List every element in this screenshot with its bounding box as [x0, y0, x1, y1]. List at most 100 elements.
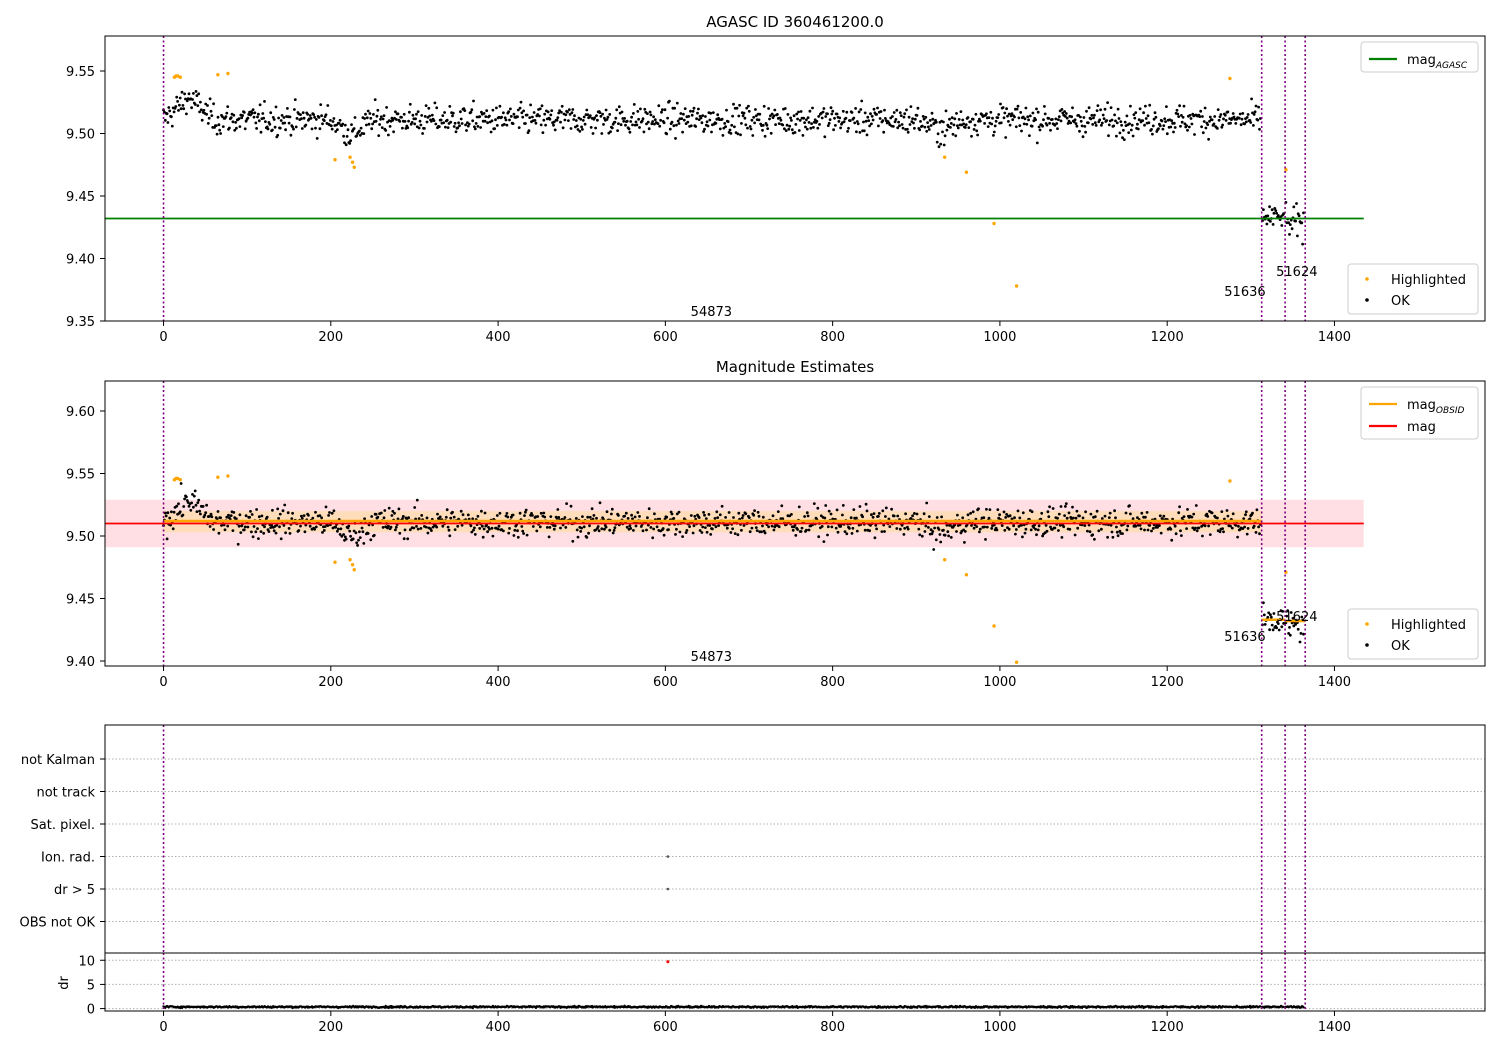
data-point-ok: [846, 130, 849, 133]
data-point-ok: [1181, 115, 1185, 119]
data-point-ok: [1121, 532, 1124, 535]
data-point-highlighted: [1284, 168, 1288, 172]
data-point-ok: [600, 527, 604, 531]
data-point-ok: [513, 528, 517, 532]
data-point-ok: [620, 110, 624, 114]
data-point-ok: [789, 116, 792, 120]
data-point-ok: [1109, 106, 1113, 109]
data-point-ok: [505, 123, 509, 127]
data-point-ok: [1035, 533, 1038, 537]
data-point-ok: [652, 527, 655, 531]
data-point-ok: [624, 511, 628, 515]
data-point-ok: [347, 524, 351, 528]
data-point-ok: [1212, 122, 1216, 126]
data-point-ok: [1222, 117, 1225, 121]
data-point-ok: [1100, 517, 1104, 520]
data-point-ok: [384, 129, 388, 132]
data-point-ok: [1187, 125, 1191, 129]
data-point-ok: [805, 127, 809, 131]
legend-marker: [1365, 277, 1369, 281]
data-point-ok: [176, 100, 180, 103]
data-point-ok: [691, 109, 695, 113]
data-point-ok: [479, 126, 482, 129]
data-point-ok: [1262, 613, 1266, 617]
data-point-ok: [331, 120, 335, 123]
data-point-ok: [1223, 113, 1227, 117]
data-point-ok: [997, 113, 1001, 116]
data-point-ok: [361, 530, 365, 534]
data-point-ok: [1046, 510, 1050, 514]
data-point-ok: [950, 116, 954, 120]
data-point-ok: [803, 515, 806, 518]
data-point-ok: [864, 119, 868, 123]
data-point-ok: [853, 121, 857, 125]
data-point-ok: [1024, 527, 1028, 531]
data-point-ok: [768, 117, 771, 121]
data-point-ok: [952, 123, 956, 127]
data-point-ok: [839, 126, 842, 130]
data-point-ok: [573, 114, 576, 118]
data-point-ok: [928, 119, 932, 122]
data-point-ok: [1144, 104, 1147, 108]
data-point-ok: [1150, 529, 1153, 533]
data-point-ok: [1230, 526, 1234, 530]
data-point-ok: [1251, 511, 1254, 515]
data-point-ok: [805, 118, 808, 122]
dr-outlier-point: [666, 960, 670, 964]
data-point-ok: [794, 123, 798, 126]
data-point-ok: [1080, 124, 1084, 128]
data-point-ok: [178, 96, 182, 100]
data-point-ok: [776, 510, 780, 513]
legend-marker: [1365, 298, 1369, 302]
data-point-ok: [872, 107, 876, 111]
data-point-ok: [862, 120, 865, 124]
data-point-ok: [1071, 516, 1075, 520]
data-point-ok: [483, 511, 487, 515]
data-point-ok: [252, 525, 256, 528]
data-point-ok: [359, 126, 363, 130]
data-point-ok: [939, 142, 943, 146]
data-point-ok: [575, 528, 579, 532]
data-point-ok: [292, 127, 295, 131]
data-point-ok: [473, 127, 477, 131]
data-point-ok: [1252, 124, 1255, 127]
data-point-ok: [904, 512, 907, 516]
data-point-ok: [1023, 117, 1027, 121]
data-point-ok: [1198, 115, 1202, 118]
data-point-ok: [1094, 124, 1098, 127]
data-point-ok: [314, 118, 318, 121]
data-point-ok: [374, 512, 378, 516]
data-point-ok: [1234, 122, 1238, 125]
data-point-ok: [946, 530, 950, 534]
data-point-ok: [730, 123, 734, 127]
data-point-ok: [725, 108, 728, 112]
data-point-ok: [985, 507, 988, 511]
x-tick-label: 1400: [1318, 1020, 1351, 1035]
data-point-ok: [746, 126, 749, 130]
data-point-ok: [709, 111, 713, 115]
data-point-ok: [379, 117, 382, 121]
data-point-ok: [556, 116, 560, 119]
data-point-ok: [428, 114, 431, 118]
data-point-ok: [774, 123, 777, 126]
data-point-ok: [528, 116, 532, 119]
data-point-ok: [394, 525, 398, 529]
data-point-ok: [235, 126, 238, 130]
data-point-ok: [598, 501, 602, 505]
data-point-ok: [271, 128, 274, 132]
data-point-ok: [341, 122, 345, 126]
data-point-ok: [402, 112, 406, 116]
data-point-ok: [420, 114, 424, 117]
data-point-ok: [606, 115, 610, 119]
data-point-ok: [167, 106, 171, 109]
data-point-ok: [815, 119, 819, 123]
data-point-ok: [1021, 535, 1024, 539]
data-point-ok: [1178, 505, 1181, 509]
data-point-ok: [991, 116, 994, 120]
data-point-ok: [964, 123, 968, 127]
data-point-ok: [564, 526, 568, 529]
data-point-ok: [741, 514, 745, 517]
data-point-ok: [183, 92, 187, 96]
data-point-ok: [828, 118, 832, 121]
data-point-ok: [451, 114, 454, 118]
